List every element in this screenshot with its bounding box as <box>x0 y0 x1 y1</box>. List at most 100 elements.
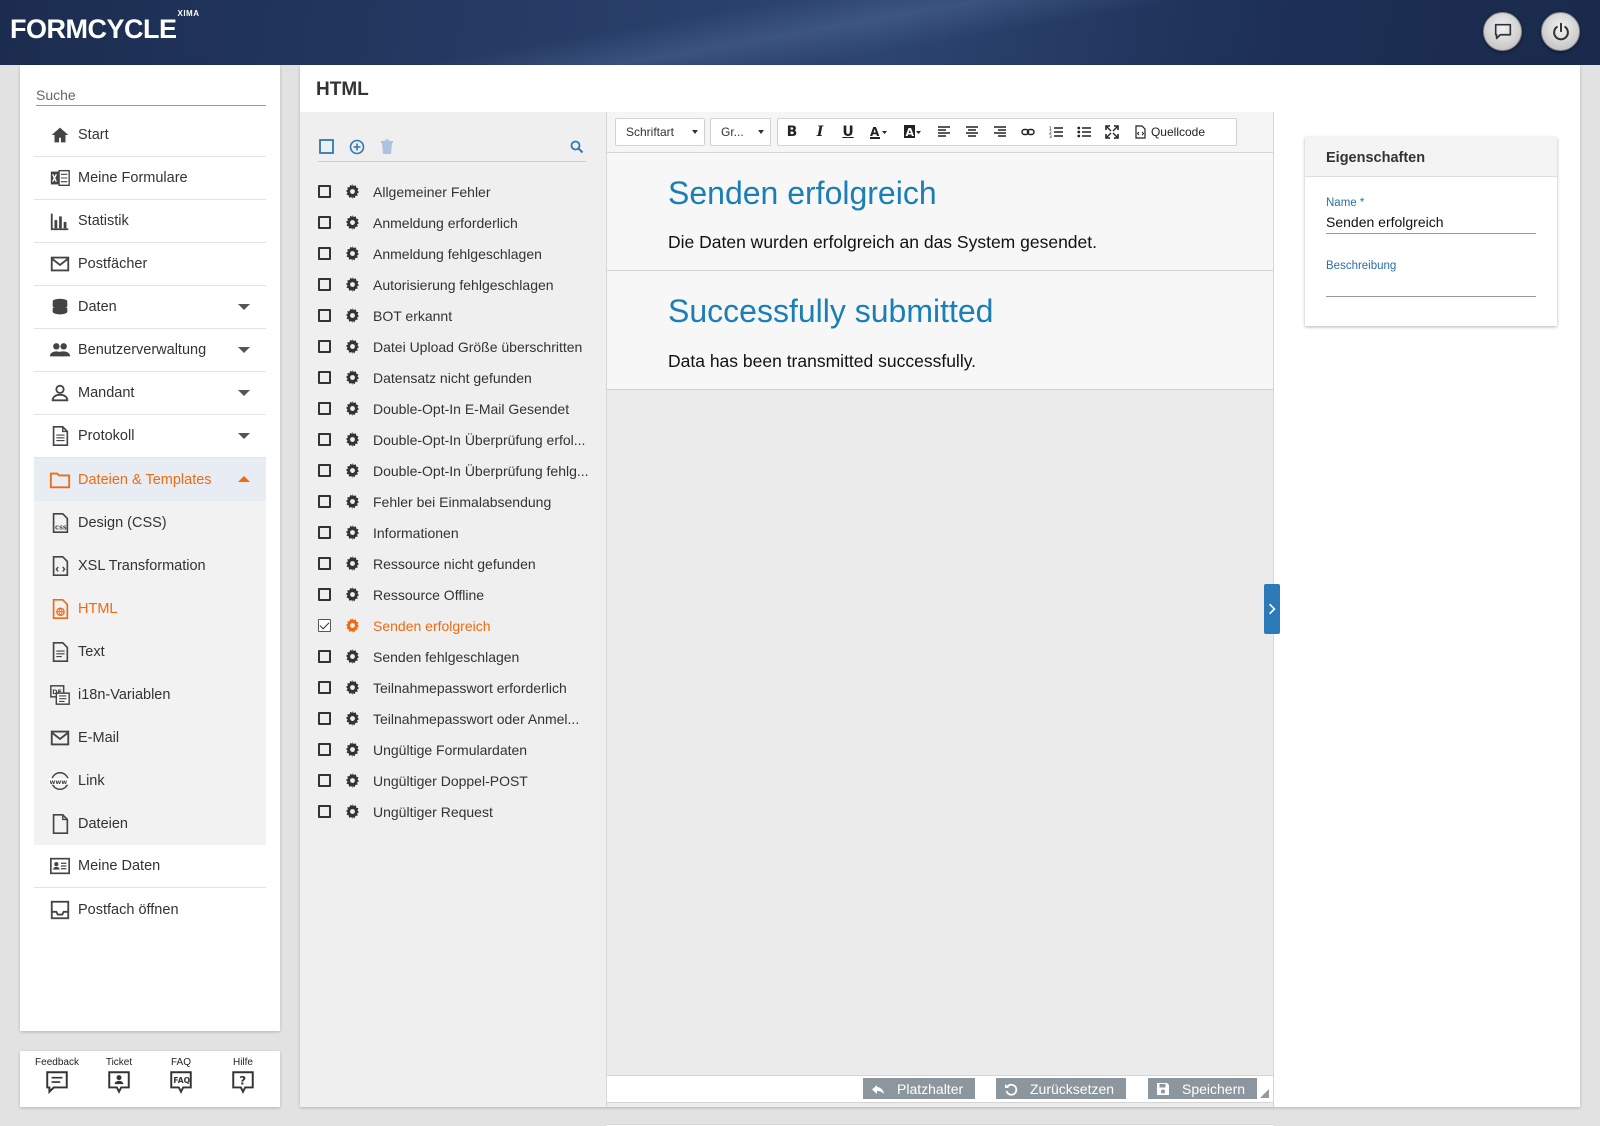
list-item[interactable]: Ressource nicht gefunden <box>318 548 588 579</box>
gear-icon[interactable] <box>345 308 360 323</box>
gear-icon[interactable] <box>345 215 360 230</box>
checkbox[interactable] <box>318 433 331 446</box>
checkbox[interactable] <box>318 557 331 570</box>
checkbox[interactable] <box>318 464 331 477</box>
gear-icon[interactable] <box>345 277 360 292</box>
sidebar-item-meine-formulare[interactable]: Meine Formulare <box>34 157 266 200</box>
gear-icon[interactable] <box>345 773 360 788</box>
gear-icon[interactable] <box>345 401 360 416</box>
bullet-list-button[interactable] <box>1070 119 1098 145</box>
search-icon[interactable] <box>568 138 586 156</box>
chevron-down-icon[interactable] <box>238 347 250 353</box>
sidebar-item-start[interactable]: Start <box>34 114 266 157</box>
checkbox[interactable] <box>318 805 331 818</box>
gear-icon[interactable] <box>345 649 360 664</box>
select-all-icon[interactable] <box>318 138 336 156</box>
chevron-down-icon[interactable] <box>238 390 250 396</box>
sidebar-item-link[interactable]: www Link <box>34 759 266 802</box>
font-size-select[interactable]: Gr... <box>710 118 771 146</box>
hilfe-button[interactable]: Hilfe ? <box>218 1051 268 1107</box>
sidebar-item-postfach-oeffnen[interactable]: Postfach öffnen <box>34 888 266 931</box>
list-item[interactable]: Ungültige Formulardaten <box>318 734 588 765</box>
sidebar-item-postfaecher[interactable]: Postfächer <box>34 243 266 286</box>
font-select[interactable]: Schriftart <box>615 118 705 146</box>
chevron-down-icon[interactable] <box>238 433 250 439</box>
gear-icon[interactable] <box>345 618 360 633</box>
sidebar-item-dateien-templates[interactable]: Dateien & Templates <box>34 458 266 501</box>
checkbox[interactable] <box>318 681 331 694</box>
source-code-button[interactable]: Quellcode <box>1126 119 1212 145</box>
sidebar-item-meine-daten[interactable]: Meine Daten <box>34 845 266 888</box>
list-item[interactable]: Senden erfolgreich <box>318 610 588 641</box>
name-field[interactable]: Senden erfolgreich <box>1326 214 1536 234</box>
checkbox[interactable] <box>318 495 331 508</box>
checkbox[interactable] <box>318 371 331 384</box>
checkbox[interactable] <box>318 526 331 539</box>
sidebar-item-benutzerverwaltung[interactable]: Benutzerverwaltung <box>34 329 266 372</box>
sidebar-item-dateien[interactable]: Dateien <box>34 802 266 845</box>
align-right-button[interactable] <box>986 119 1014 145</box>
list-item[interactable]: Anmeldung erforderlich <box>318 207 588 238</box>
checkbox[interactable] <box>318 340 331 353</box>
link-button[interactable] <box>1014 119 1042 145</box>
underline-button[interactable]: U <box>834 119 862 145</box>
sidebar-item-xsl-transformation[interactable]: XSL Transformation <box>34 544 266 587</box>
gear-icon[interactable] <box>345 370 360 385</box>
logout-button[interactable] <box>1541 12 1580 51</box>
list-item[interactable]: Ressource Offline <box>318 579 588 610</box>
sidebar-item-i18n-variablen[interactable]: DE i18n-Variablen <box>34 673 266 716</box>
align-center-button[interactable] <box>958 119 986 145</box>
placeholder-button[interactable]: Platzhalter <box>863 1078 976 1099</box>
feedback-button[interactable]: Feedback <box>32 1051 82 1107</box>
list-item[interactable]: Double-Opt-In Überprüfung fehlg... <box>318 455 588 486</box>
save-button[interactable]: Speichern <box>1148 1078 1258 1099</box>
checkbox[interactable] <box>318 278 331 291</box>
ordered-list-button[interactable]: 123 <box>1042 119 1070 145</box>
list-item[interactable]: BOT erkannt <box>318 300 588 331</box>
delete-icon[interactable] <box>378 138 396 156</box>
checkbox[interactable] <box>318 774 331 787</box>
sidebar-item-design-css[interactable]: CSS Design (CSS) <box>34 501 266 544</box>
sidebar-item-daten[interactable]: Daten <box>34 286 266 329</box>
add-icon[interactable] <box>348 138 366 156</box>
sidebar-item-mandant[interactable]: Mandant <box>34 372 266 415</box>
chat-button[interactable] <box>1483 12 1522 51</box>
list-item[interactable]: Fehler bei Einmalabsendung <box>318 486 588 517</box>
reset-button[interactable]: Zurücksetzen <box>996 1078 1127 1099</box>
checkbox[interactable] <box>318 588 331 601</box>
fullscreen-button[interactable] <box>1098 119 1126 145</box>
list-item[interactable]: Double-Opt-In Überprüfung erfol... <box>318 424 588 455</box>
italic-button[interactable]: I <box>806 119 834 145</box>
gear-icon[interactable] <box>345 184 360 199</box>
gear-icon[interactable] <box>345 804 360 819</box>
checkbox[interactable] <box>318 247 331 260</box>
gear-icon[interactable] <box>345 339 360 354</box>
description-field[interactable] <box>1326 277 1536 297</box>
gear-icon[interactable] <box>345 680 360 695</box>
sidebar-item-e-mail[interactable]: E-Mail <box>34 716 266 759</box>
checkbox[interactable] <box>318 309 331 322</box>
gear-icon[interactable] <box>345 587 360 602</box>
checkbox[interactable] <box>318 216 331 229</box>
list-item[interactable]: Teilnahmepasswort erforderlich <box>318 672 588 703</box>
list-item[interactable]: Datensatz nicht gefunden <box>318 362 588 393</box>
list-item[interactable]: Double-Opt-In E-Mail Gesendet <box>318 393 588 424</box>
ticket-button[interactable]: Ticket <box>94 1051 144 1107</box>
list-item[interactable]: Datei Upload Größe überschritten <box>318 331 588 362</box>
checkbox[interactable] <box>318 402 331 415</box>
gear-icon[interactable] <box>345 711 360 726</box>
list-item[interactable]: Informationen <box>318 517 588 548</box>
gear-icon[interactable] <box>345 432 360 447</box>
checkbox-checked[interactable] <box>318 619 331 632</box>
app-logo[interactable]: FORMCYCLEXIMA <box>10 9 200 45</box>
checkbox[interactable] <box>318 712 331 725</box>
sidebar-item-html[interactable]: HTML <box>34 587 266 630</box>
chevron-up-icon[interactable] <box>238 476 250 482</box>
faq-button[interactable]: FAQ FAQ <box>156 1051 206 1107</box>
sidebar-item-statistik[interactable]: Statistik <box>34 200 266 243</box>
list-item[interactable]: Autorisierung fehlgeschlagen <box>318 269 588 300</box>
content-block-de[interactable]: Senden erfolgreich Die Daten wurden erfo… <box>607 153 1273 271</box>
chevron-down-icon[interactable] <box>238 304 250 310</box>
bold-button[interactable]: B <box>778 119 806 145</box>
text-color-button[interactable]: A <box>862 119 896 145</box>
